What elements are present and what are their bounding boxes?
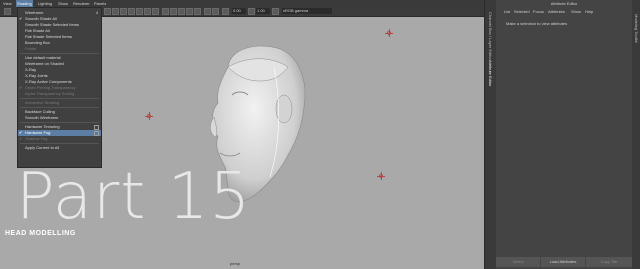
wireframe-icon[interactable] — [162, 8, 169, 15]
ae-menu-selected[interactable]: Selected — [514, 9, 530, 14]
shading-menu-item-label: Smooth Wireframe — [25, 115, 59, 120]
video-title: Part 15 — [16, 160, 252, 234]
attribute-editor: Attribute Editor List Selected Focus Att… — [496, 0, 640, 269]
shadows-icon[interactable] — [194, 8, 201, 15]
panel-menubar: View Shading Lighting Show Renderer Pane… — [0, 0, 484, 7]
tab-attribute-editor[interactable]: Attribute Editor — [488, 60, 493, 86]
field-chart-icon[interactable] — [136, 8, 143, 15]
locator-left[interactable] — [145, 112, 153, 120]
shading-menu-item-label: Points — [25, 46, 37, 51]
ae-empty-message: Make a selection to view attributes — [506, 21, 568, 26]
textured-icon[interactable] — [178, 8, 185, 15]
ae-menu-help[interactable]: Help — [585, 9, 593, 14]
menu-separator — [20, 107, 99, 108]
video-subtitle: HEAD MODELLING — [5, 230, 76, 237]
ae-title: Attribute Editor — [550, 1, 578, 6]
copy-tab-button[interactable]: Copy Tab — [586, 257, 632, 267]
menu-separator — [20, 122, 99, 123]
menu-panels[interactable]: Panels — [94, 0, 106, 7]
shading-menu-item-label: Shadow Fog — [25, 136, 48, 141]
shading-menu-item-label: Interactive Shading — [25, 100, 60, 105]
gate-mask-icon[interactable] — [128, 8, 135, 15]
isolate-select-icon[interactable] — [212, 8, 219, 15]
menu-renderer[interactable]: Renderer — [73, 0, 90, 7]
shading-menu-item[interactable]: Points — [18, 46, 101, 52]
locator-bottom-right[interactable] — [377, 172, 385, 180]
exposure-icon[interactable] — [222, 8, 229, 15]
shading-menu-item[interactable]: Apply Current to All — [18, 145, 101, 151]
menu-separator — [20, 143, 99, 144]
menu-view[interactable]: View — [3, 0, 12, 7]
camera-label: persp — [230, 261, 241, 266]
safe-action-icon[interactable] — [144, 8, 151, 15]
color-management-icon[interactable] — [272, 8, 279, 15]
tab-modeling-toolkit[interactable]: Modeling Toolkit — [634, 14, 639, 43]
ae-menu-attributes[interactable]: Attributes — [548, 9, 565, 14]
tab-channel-box[interactable]: Channel Box / Layer Editor — [488, 12, 493, 60]
film-gate-icon[interactable] — [112, 8, 119, 15]
right-tab-strip: Modeling Toolkit — [632, 0, 640, 269]
exposure-field[interactable]: 0.00 — [232, 8, 246, 14]
gamma-field[interactable]: 1.00 — [256, 8, 270, 14]
shading-menu-item[interactable]: Interactive Shading — [18, 100, 101, 106]
select-camera-icon[interactable] — [4, 8, 11, 15]
shading-menu-item[interactable]: Smooth Wireframe — [18, 115, 101, 121]
ae-menu-list[interactable]: List — [504, 9, 510, 14]
view-transform-select[interactable]: sRGB gamma — [282, 8, 332, 14]
checkmark-icon: ✔ — [19, 136, 23, 141]
menu-separator — [20, 98, 99, 99]
gamma-icon[interactable] — [248, 8, 255, 15]
select-button[interactable]: Select — [496, 257, 540, 267]
locator-top-right[interactable] — [385, 29, 393, 37]
menu-separator — [20, 53, 99, 54]
resolution-gate-icon[interactable] — [120, 8, 127, 15]
xray-icon[interactable] — [204, 8, 211, 15]
ae-menu-focus[interactable]: Focus — [533, 9, 544, 14]
menu-show[interactable]: Show — [58, 0, 68, 7]
lights-icon[interactable] — [186, 8, 193, 15]
ae-menu-show[interactable]: Show — [571, 9, 581, 14]
shading-menu-item-label: Alpha Transparency Sorting — [25, 91, 75, 96]
menu-lighting[interactable]: Lighting — [38, 0, 52, 7]
load-attributes-button[interactable]: Load Attributes — [541, 257, 585, 267]
shading-menu-item-label: Apply Current to All — [25, 145, 60, 150]
safe-title-icon[interactable] — [152, 8, 159, 15]
shading-menu-item[interactable]: ✔ Shadow Fog — [18, 136, 101, 142]
shading-menu-item[interactable]: Alpha Transparency Sorting — [18, 91, 101, 97]
shading-menu: Wireframe 4 ✔ Smooth Shade All Smooth Shade … — [17, 7, 102, 168]
menu-shading[interactable]: Shading — [16, 0, 33, 7]
grid-icon[interactable] — [104, 8, 111, 15]
smooth-shade-icon[interactable] — [170, 8, 177, 15]
